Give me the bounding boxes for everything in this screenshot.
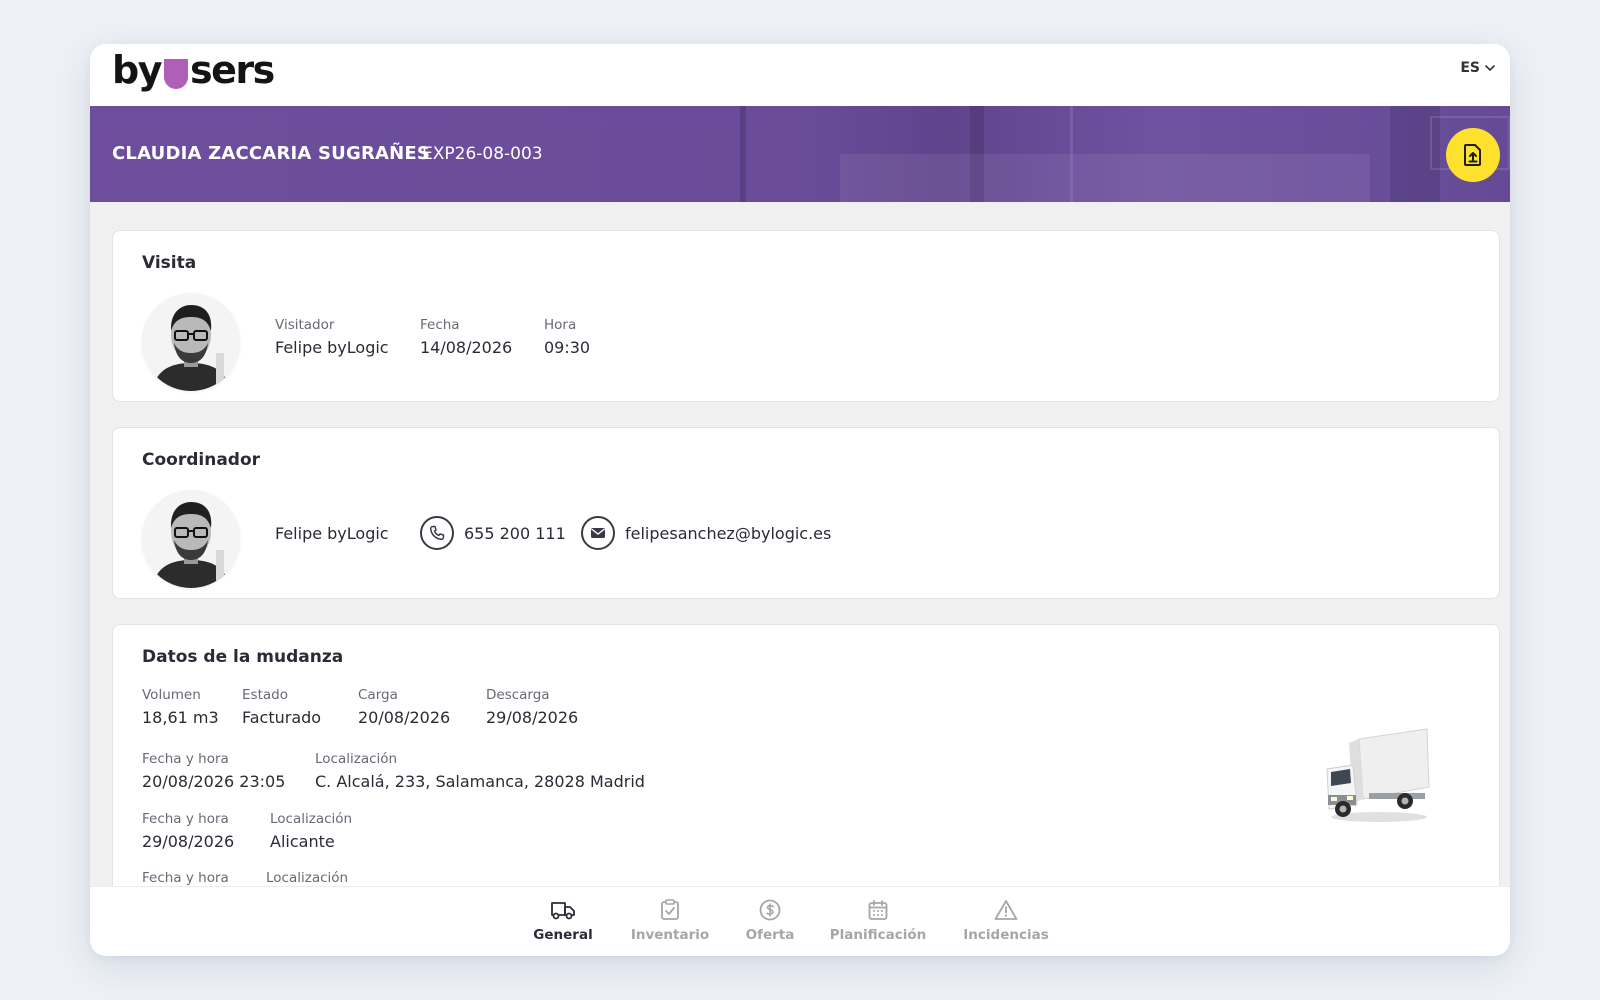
expedient-code: EXP26-08-003 bbox=[422, 144, 543, 164]
person-photo-icon bbox=[142, 490, 240, 588]
banner-background-decoration bbox=[840, 154, 1370, 202]
volumen-value: 18,61 m3 bbox=[142, 708, 219, 727]
nav-label: Inventario bbox=[630, 927, 710, 943]
clipboard-check-icon bbox=[661, 899, 679, 920]
visitador-label: Visitador bbox=[275, 317, 335, 333]
nav-tab-inventario[interactable]: Inventario bbox=[631, 899, 709, 943]
moving-truck-illustration bbox=[1323, 725, 1433, 825]
fecha-label: Fecha bbox=[420, 317, 460, 333]
mudanza-title: Datos de la mudanza bbox=[142, 647, 344, 667]
app-window: by sers ES CLAUDIA ZACCARIA SUGRAÑES EXP… bbox=[90, 44, 1510, 956]
stop-2-localizacion-value: Alicante bbox=[270, 832, 335, 851]
mail-icon[interactable] bbox=[581, 516, 615, 550]
fecha-value: 14/08/2026 bbox=[420, 338, 513, 357]
logo-text-by: by bbox=[112, 48, 162, 92]
coordinador-name: Felipe byLogic bbox=[275, 524, 389, 543]
phone-icon[interactable] bbox=[420, 516, 454, 550]
upload-document-button[interactable] bbox=[1446, 128, 1500, 182]
visita-title: Visita bbox=[142, 253, 197, 273]
stop-2-fecha-label: Fecha y hora bbox=[142, 811, 229, 827]
stop-1-localizacion-label: Localización bbox=[315, 751, 398, 767]
descarga-value: 29/08/2026 bbox=[486, 708, 579, 727]
estado-value: Facturado bbox=[242, 708, 322, 727]
stop-1-localizacion-value: C. Alcalá, 233, Salamanca, 28028 Madrid bbox=[315, 772, 645, 791]
hora-label: Hora bbox=[544, 317, 577, 333]
top-bar: by sers ES bbox=[90, 44, 1510, 106]
nav-label: Oferta bbox=[745, 927, 795, 943]
visitador-value: Felipe byLogic bbox=[275, 338, 389, 357]
warning-icon bbox=[994, 900, 1018, 920]
coordinador-card: Coordinador Felipe byLogic 655 200 111 f… bbox=[112, 427, 1500, 599]
logo-text-sers: sers bbox=[189, 48, 275, 92]
nav-label: Incidencias bbox=[963, 927, 1049, 943]
calendar-icon bbox=[868, 900, 888, 920]
volumen-label: Volumen bbox=[142, 687, 201, 703]
chevron-down-icon bbox=[1485, 65, 1495, 72]
visitador-avatar bbox=[142, 293, 240, 391]
coordinador-phone[interactable]: 655 200 111 bbox=[420, 516, 566, 550]
person-photo-icon bbox=[142, 293, 240, 391]
coordinador-email[interactable]: felipesanchez@bylogic.es bbox=[581, 516, 831, 550]
stop-2-fecha-value: 29/08/2026 bbox=[142, 832, 235, 851]
nav-tab-oferta[interactable]: Oferta bbox=[745, 899, 795, 943]
nav-tab-planificacion[interactable]: Planificación bbox=[829, 899, 927, 943]
truck-icon bbox=[1326, 728, 1430, 822]
stop-3-localizacion-label: Localización bbox=[266, 870, 349, 886]
byusers-logo[interactable]: by sers bbox=[112, 48, 275, 92]
logo-shield-icon bbox=[163, 59, 188, 89]
banner-background-decoration bbox=[740, 106, 746, 202]
coordinador-avatar bbox=[142, 490, 240, 588]
dollar-icon bbox=[759, 899, 781, 921]
carga-value: 20/08/2026 bbox=[358, 708, 451, 727]
stop-3-fecha-label: Fecha y hora bbox=[142, 870, 229, 886]
truck-icon bbox=[551, 902, 575, 920]
stop-2-localizacion-label: Localización bbox=[270, 811, 353, 827]
mudanza-card: Datos de la mudanza Volumen 18,61 m3 Est… bbox=[112, 624, 1500, 924]
nav-tab-incidencias[interactable]: Incidencias bbox=[963, 899, 1049, 943]
estado-label: Estado bbox=[242, 687, 288, 703]
banner-background-decoration bbox=[1070, 106, 1073, 202]
language-label: ES bbox=[1460, 60, 1480, 76]
hora-value: 09:30 bbox=[544, 338, 591, 357]
stop-1-fecha-label: Fecha y hora bbox=[142, 751, 229, 767]
phone-number: 655 200 111 bbox=[464, 523, 566, 543]
nav-label: General bbox=[533, 927, 593, 943]
nav-label: Planificación bbox=[829, 927, 927, 943]
email-address: felipesanchez@bylogic.es bbox=[625, 523, 832, 543]
nav-tab-general[interactable]: General bbox=[533, 899, 593, 943]
file-upload-icon bbox=[1464, 144, 1481, 166]
stop-1-fecha-value: 20/08/2026 23:05 bbox=[142, 772, 286, 791]
client-name: CLAUDIA ZACCARIA SUGRAÑES bbox=[112, 143, 431, 164]
bottom-navigation: General Inventario Oferta Planificación … bbox=[90, 886, 1510, 956]
descarga-label: Descarga bbox=[486, 687, 550, 703]
language-selector[interactable]: ES bbox=[1460, 60, 1496, 76]
visita-card: Visita Visitador Felipe byLogic Fecha 14… bbox=[112, 230, 1500, 402]
carga-label: Carga bbox=[358, 687, 398, 703]
client-banner: CLAUDIA ZACCARIA SUGRAÑES EXP26-08-003 bbox=[90, 106, 1510, 202]
coordinador-title: Coordinador bbox=[142, 450, 261, 470]
